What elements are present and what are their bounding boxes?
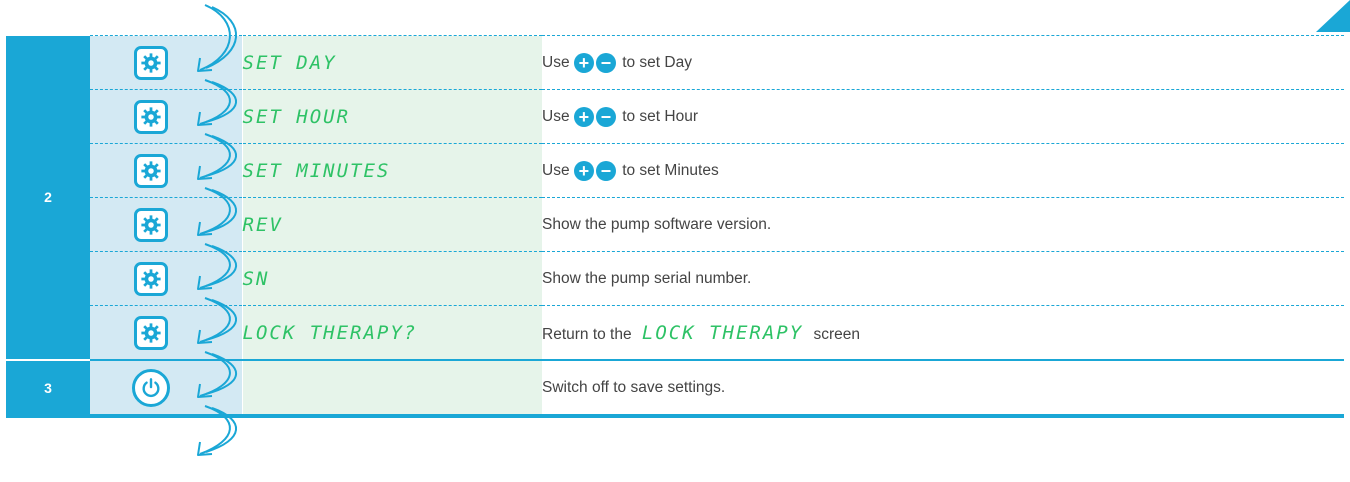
pump-display-text: SET HOUR <box>241 89 542 144</box>
description: Show the pump serial number. <box>542 251 1344 306</box>
description: Use + − to set Minutes <box>542 143 1344 198</box>
plus-icon: + <box>573 160 594 181</box>
description: Use + − to set Day <box>542 35 1344 90</box>
description: Show the pump software version. <box>542 197 1344 252</box>
table-row: 3 Switch off to save settings. <box>6 360 1344 418</box>
pump-display-text <box>241 360 542 418</box>
step-number: 2 <box>6 35 90 361</box>
icon-cell <box>90 89 242 144</box>
pump-display-text: LOCK THERAPY? <box>241 305 542 361</box>
minus-icon: − <box>595 52 616 73</box>
table-row: 2 SET DAY Use + − to set Day <box>6 35 1344 361</box>
minus-icon: − <box>595 160 616 181</box>
power-icon <box>132 368 170 407</box>
description: Switch off to save settings. <box>542 360 1344 418</box>
instruction-table: 2 SET DAY Use +− to set Day SET HOUR Us <box>6 35 1344 418</box>
gear-icon <box>134 45 168 80</box>
gear-icon <box>134 99 168 134</box>
icon-cell <box>90 35 242 90</box>
corner-tab <box>1316 0 1350 32</box>
table-row: REV Show the pump software version. <box>6 197 1344 252</box>
icon-cell <box>90 305 242 361</box>
description-text: to set Day <box>622 53 692 71</box>
description-text: Use <box>542 107 570 125</box>
table-row: SN Show the pump serial number. <box>6 251 1344 306</box>
table-row: LOCK THERAPY? Return to the LOCK THERAPY… <box>6 305 1344 361</box>
icon-cell <box>90 251 242 306</box>
table-row: SET HOUR Use + − to set Hour <box>6 89 1344 144</box>
pump-display-text: SET MINUTES <box>241 143 542 198</box>
arrow-head <box>197 441 213 456</box>
gear-icon <box>134 207 168 242</box>
minus-icon: − <box>595 106 616 127</box>
description-text: screen <box>813 325 861 343</box>
icon-cell <box>90 143 242 198</box>
step-number: 3 <box>6 360 90 418</box>
icon-cell <box>90 360 242 418</box>
gear-icon <box>134 315 168 350</box>
table-row: SET MINUTES Use + − to set Minutes <box>6 143 1344 198</box>
pump-display-text: SET DAY <box>241 35 542 90</box>
icon-cell <box>90 197 242 252</box>
plus-icon: + <box>573 106 594 127</box>
description-text: to set Minutes <box>622 161 719 179</box>
description: Use + − to set Hour <box>542 89 1344 144</box>
inline-display-text: LOCK THERAPY <box>641 321 804 344</box>
gear-icon <box>134 261 168 296</box>
description-text: Use <box>542 161 570 179</box>
plus-icon: + <box>573 52 594 73</box>
pump-display-text: REV <box>241 197 542 252</box>
pump-display-text: SN <box>241 251 542 306</box>
description: Return to the LOCK THERAPY screen <box>542 305 1344 361</box>
description-text: to set Hour <box>622 107 699 125</box>
description-text: Return to the <box>542 325 632 343</box>
gear-icon <box>134 153 168 188</box>
description-text: Use <box>542 53 570 71</box>
